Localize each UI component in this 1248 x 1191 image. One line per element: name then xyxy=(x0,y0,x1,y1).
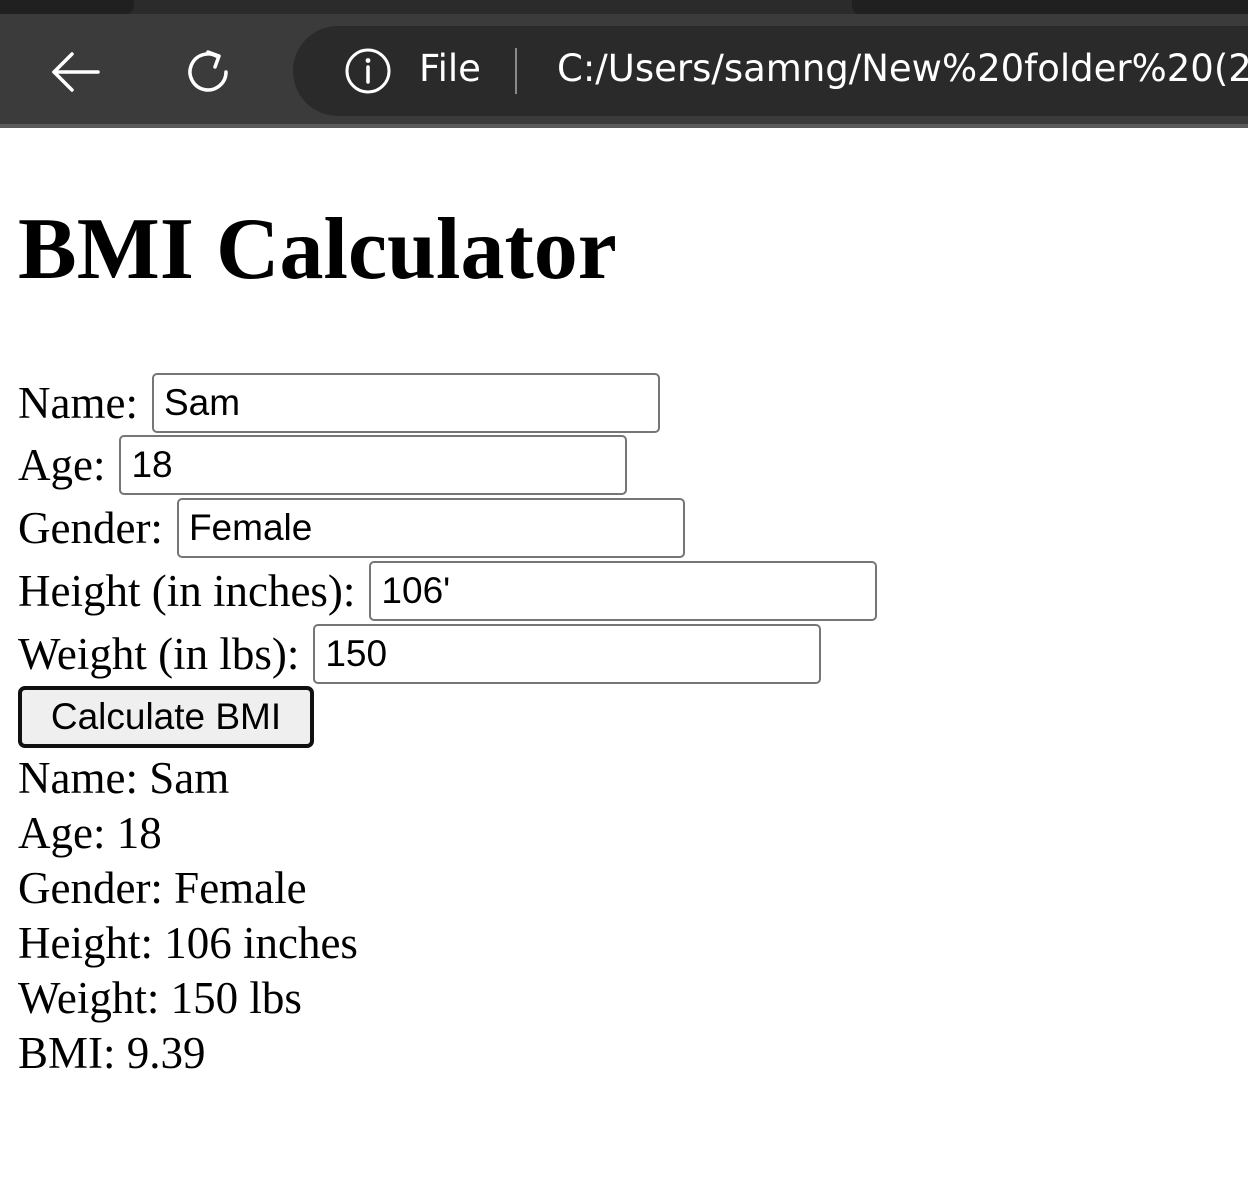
weight-input[interactable] xyxy=(313,624,822,684)
browser-tab[interactable] xyxy=(0,0,134,14)
name-label: Name: xyxy=(18,378,138,428)
age-input[interactable] xyxy=(119,435,628,495)
address-bar[interactable]: File C:/Users/samng/New%20folder%20(2 xyxy=(293,26,1248,116)
age-row: Age: xyxy=(18,434,628,496)
weight-label: Weight (in lbs): xyxy=(18,629,300,679)
name-row: Name: xyxy=(18,372,660,434)
browser-tab[interactable] xyxy=(852,0,1248,14)
refresh-icon xyxy=(188,50,228,92)
age-label: Age: xyxy=(18,440,106,490)
address-divider xyxy=(515,48,517,94)
name-input[interactable] xyxy=(151,373,660,433)
tab-strip xyxy=(0,0,1248,14)
back-arrow-icon xyxy=(52,52,100,92)
url-text[interactable]: C:/Users/samng/New%20folder%20(2 xyxy=(557,44,1248,94)
gender-input[interactable] xyxy=(176,498,685,558)
page-title: BMI Calculator xyxy=(18,201,617,298)
result-bmi: BMI: 9.39 xyxy=(18,1028,206,1078)
gender-row: Gender: xyxy=(18,497,685,559)
gender-label: Gender: xyxy=(18,503,163,553)
info-icon[interactable] xyxy=(345,48,391,94)
address-scheme-label: File xyxy=(419,47,481,90)
height-row: Height (in inches): xyxy=(18,560,878,622)
result-name: Name: Sam xyxy=(18,753,230,803)
result-age: Age: 18 xyxy=(18,808,162,858)
height-label: Height (in inches): xyxy=(18,566,356,616)
refresh-button[interactable] xyxy=(178,42,238,102)
results-panel: Name: Sam Age: 18 Gender: Female Height:… xyxy=(18,751,358,1081)
browser-toolbar: File C:/Users/samng/New%20folder%20(2 xyxy=(0,14,1248,128)
height-input[interactable] xyxy=(369,561,878,621)
back-button[interactable] xyxy=(46,42,106,102)
result-weight: Weight: 150 lbs xyxy=(18,973,302,1023)
calculate-bmi-button[interactable]: Calculate BMI xyxy=(18,686,314,748)
result-height: Height: 106 inches xyxy=(18,918,358,968)
result-gender: Gender: Female xyxy=(18,863,307,913)
weight-row: Weight (in lbs): xyxy=(18,623,822,685)
browser-chrome: File C:/Users/samng/New%20folder%20(2 xyxy=(0,0,1248,128)
